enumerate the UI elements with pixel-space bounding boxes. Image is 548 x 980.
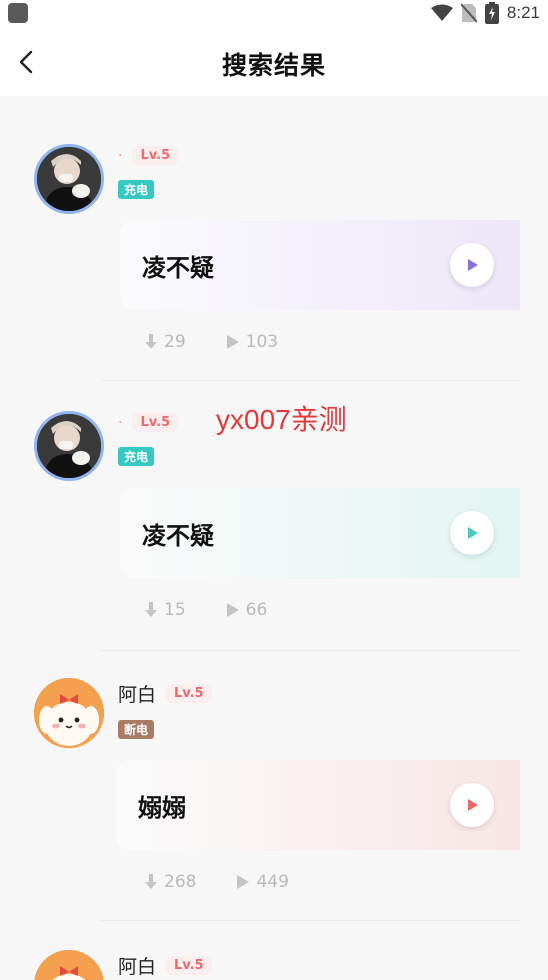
notification-app-icon [8,3,28,23]
username[interactable]: · [118,415,122,431]
stats-row: 268 449 [144,872,289,892]
level-badge: Lv.5 [132,146,179,165]
divider [100,380,520,381]
play-icon [468,527,478,539]
result-item: 阿白 Lv.5 [0,948,548,980]
result-item: 阿白 Lv.5 断电 嫋嫋 268 449 [0,676,548,916]
play-count: 449 [256,872,289,892]
battery-charging-icon [484,2,499,24]
play-button[interactable] [450,783,494,827]
song-title: 嫋嫋 [138,794,186,822]
play-count-icon [226,335,239,349]
status-bar: 8:21 [0,0,548,28]
song-card[interactable]: 凌不疑 [120,488,520,578]
song-card[interactable]: 嫋嫋 [116,760,520,850]
avatar[interactable] [34,144,104,214]
song-card[interactable]: 凌不疑 [120,220,520,310]
stats-row: 15 66 [144,600,267,620]
download-icon [145,602,157,617]
play-icon [468,799,478,811]
play-button[interactable] [450,511,494,555]
result-item: · Lv.5 充电 凌不疑 15 66 [0,407,548,647]
result-item: · Lv.5 充电 凌不疑 29 103 [0,140,548,380]
no-sim-icon [460,3,477,23]
play-button[interactable] [450,243,494,287]
status-badge: 充电 [118,180,155,199]
avatar[interactable] [34,678,104,748]
download-count: 15 [164,600,186,620]
song-title: 凌不疑 [142,522,214,550]
username[interactable]: · [118,148,122,164]
avatar[interactable] [34,411,104,481]
avatar[interactable] [34,950,104,980]
status-badge: 充电 [118,447,155,466]
divider [100,920,520,921]
divider [100,650,520,651]
stats-row: 29 103 [144,332,278,352]
page-title: 搜索结果 [221,51,326,80]
play-count: 66 [245,600,268,620]
play-icon [468,259,478,271]
wifi-icon [430,4,453,21]
level-badge: Lv.5 [166,684,212,703]
download-count: 29 [164,332,186,352]
clock: 8:21 [506,3,540,22]
level-badge: Lv.5 [166,956,212,975]
level-badge: Lv.5 [132,413,179,432]
nav-bar: 搜索结果 [0,28,548,96]
download-icon [145,874,157,889]
play-count: 103 [245,332,279,352]
status-badge: 断电 [118,720,155,739]
username[interactable]: 阿白 [118,952,156,979]
download-count: 268 [164,872,197,892]
username[interactable]: 阿白 [118,680,156,707]
download-icon [145,334,157,349]
play-count-icon [226,603,239,617]
song-title: 凌不疑 [142,254,214,282]
play-count-icon [237,875,250,889]
